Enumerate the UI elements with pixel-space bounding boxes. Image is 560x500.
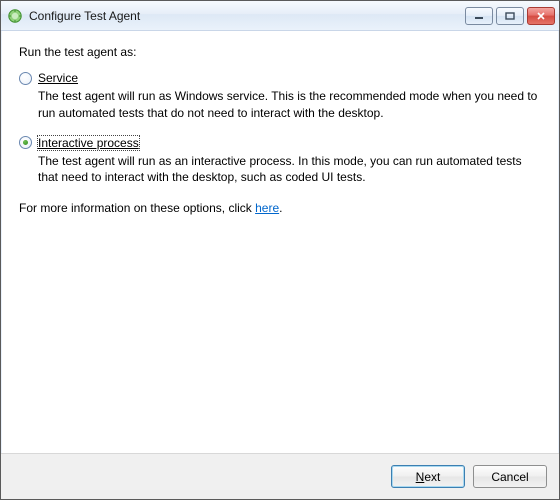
window-controls (465, 7, 555, 25)
app-icon (7, 8, 23, 24)
content-area: Run the test agent as: Service The test … (1, 31, 559, 453)
option-service: Service The test agent will run as Windo… (19, 71, 541, 122)
window-title: Configure Test Agent (29, 9, 459, 23)
minimize-button[interactable] (465, 7, 493, 25)
next-button[interactable]: Next (391, 465, 465, 488)
cancel-button[interactable]: Cancel (473, 465, 547, 488)
option-service-label[interactable]: Service (38, 71, 78, 85)
close-button[interactable] (527, 7, 555, 25)
option-service-row[interactable]: Service (19, 71, 541, 85)
radio-service[interactable] (19, 72, 32, 85)
footer: Next Cancel (1, 453, 559, 499)
maximize-button[interactable] (496, 7, 524, 25)
option-interactive: Interactive process The test agent will … (19, 136, 541, 187)
section-heading: Run the test agent as: (19, 45, 541, 59)
option-interactive-description: The test agent will run as an interactiv… (38, 153, 541, 187)
more-info-prefix: For more information on these options, c… (19, 201, 255, 215)
option-service-description: The test agent will run as Windows servi… (38, 88, 541, 122)
more-info-text: For more information on these options, c… (19, 200, 541, 217)
titlebar: Configure Test Agent (1, 1, 559, 31)
next-button-rest: ext (424, 470, 440, 484)
more-info-suffix: . (279, 201, 282, 215)
radio-interactive[interactable] (19, 136, 32, 149)
option-interactive-row[interactable]: Interactive process (19, 136, 541, 150)
dialog-window: Configure Test Agent Run the test agent … (0, 0, 560, 500)
option-interactive-label[interactable]: Interactive process (38, 136, 139, 150)
more-info-link[interactable]: here (255, 201, 279, 215)
